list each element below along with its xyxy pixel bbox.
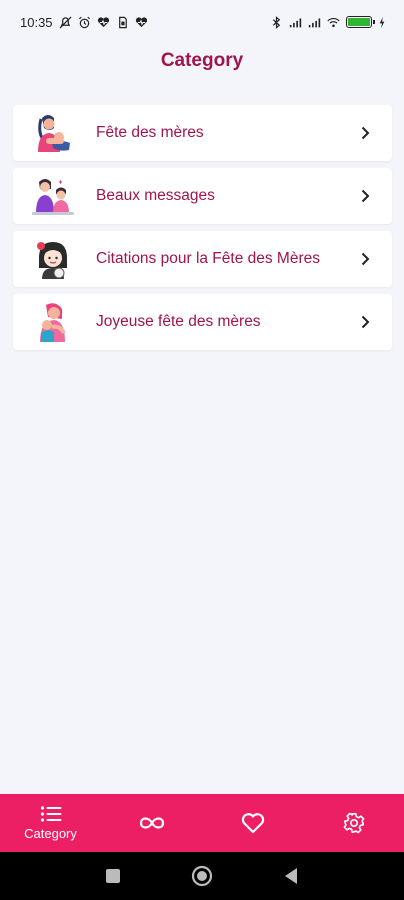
category-label: Beaux messages [96,187,215,204]
gear-icon [343,812,364,834]
alarm-icon [78,16,90,28]
category-label: Fête des mères [96,124,204,141]
mother-baby-icon [30,110,76,156]
category-label: Citations pour la Fête des Mères [96,250,320,267]
status-bar: 10:35 [0,0,404,44]
status-left: 10:35 [20,15,148,30]
list-icon [40,806,61,822]
system-nav-bar [0,852,404,900]
chevron-right-icon [361,126,370,140]
battery-icon [346,16,375,28]
category-item-citations[interactable]: Citations pour la Fête des Mères [13,231,392,287]
back-icon[interactable] [283,867,299,885]
heart-pulse-icon [135,16,147,27]
status-time: 10:35 [20,14,53,30]
category-list: Fête des mères Beaux messages Citations … [13,105,392,357]
nav-item-infinity[interactable] [101,794,202,852]
nav-item-settings[interactable] [303,794,404,852]
charging-icon [379,16,385,28]
status-right [270,15,386,29]
mother-child-icon [30,173,76,219]
category-item-beaux-messages[interactable]: Beaux messages [13,168,392,224]
category-item-fete-des-meres[interactable]: Fête des mères [13,105,392,161]
chevron-right-icon [361,189,370,203]
wifi-icon [327,17,340,27]
girl-with-flower-icon [30,236,76,282]
home-icon[interactable] [191,865,213,887]
nav-item-category[interactable]: Category [0,794,101,852]
chevron-right-icon [361,315,370,329]
nav-item-favorites[interactable] [202,794,303,852]
recent-apps-icon[interactable] [105,868,121,884]
heart-pulse-icon [97,16,109,27]
heart-icon [241,813,264,834]
bluetooth-icon [272,15,281,29]
page-title: Category [160,50,244,71]
chevron-right-icon [361,252,370,266]
mother-hug-icon [30,299,76,345]
category-item-joyeuse-fete[interactable]: Joyeuse fête des mères [13,294,392,350]
nav-label-category: Category [24,826,77,841]
signal-icon [308,17,321,27]
signal-icon [289,17,302,27]
sim-icon [118,16,127,28]
category-label: Joyeuse fête des mères [96,313,261,330]
bottom-nav: Category [0,794,404,852]
infinity-icon [139,817,164,829]
notifications-off-icon [59,16,72,28]
